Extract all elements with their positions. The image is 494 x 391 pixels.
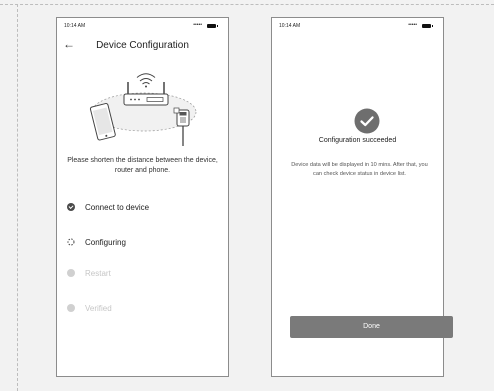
spinner-icon	[67, 238, 75, 246]
status-bar: 10:14 AM •••••	[57, 18, 228, 32]
step-label: Connect to device	[85, 203, 150, 212]
dot-icon	[67, 304, 75, 312]
status-time: 10:14 AM	[279, 23, 301, 29]
page-title: Device Configuration	[96, 40, 189, 51]
battery-icon	[422, 24, 433, 28]
signal-icon: •••••	[193, 22, 202, 28]
success-description: Device data will be displayed in 10 mins…	[291, 162, 428, 177]
success-title: Configuration succeeded	[318, 137, 397, 144]
status-time: 10:14 AM	[64, 23, 86, 29]
signal-icon: •••••	[408, 22, 417, 28]
done-button[interactable]: Done	[290, 316, 453, 338]
step-label: Verified	[85, 304, 112, 313]
check-circle-icon	[67, 203, 75, 211]
battery-icon	[207, 24, 218, 28]
step-label: Restart	[85, 269, 111, 278]
guide-line-top	[0, 4, 494, 5]
check-circle-icon	[354, 108, 380, 134]
step-label: Configuring	[85, 238, 126, 247]
status-bar: 10:14 AM •••••	[272, 18, 443, 32]
distance-hint: Please shorten the distance between the …	[67, 157, 218, 174]
dot-icon	[67, 269, 75, 277]
config-screen: 10:14 AM ••••• ← Device Configuration Pl…	[56, 17, 229, 377]
guide-line-left	[17, 4, 18, 391]
router-phone-plug-illustration	[89, 73, 197, 146]
